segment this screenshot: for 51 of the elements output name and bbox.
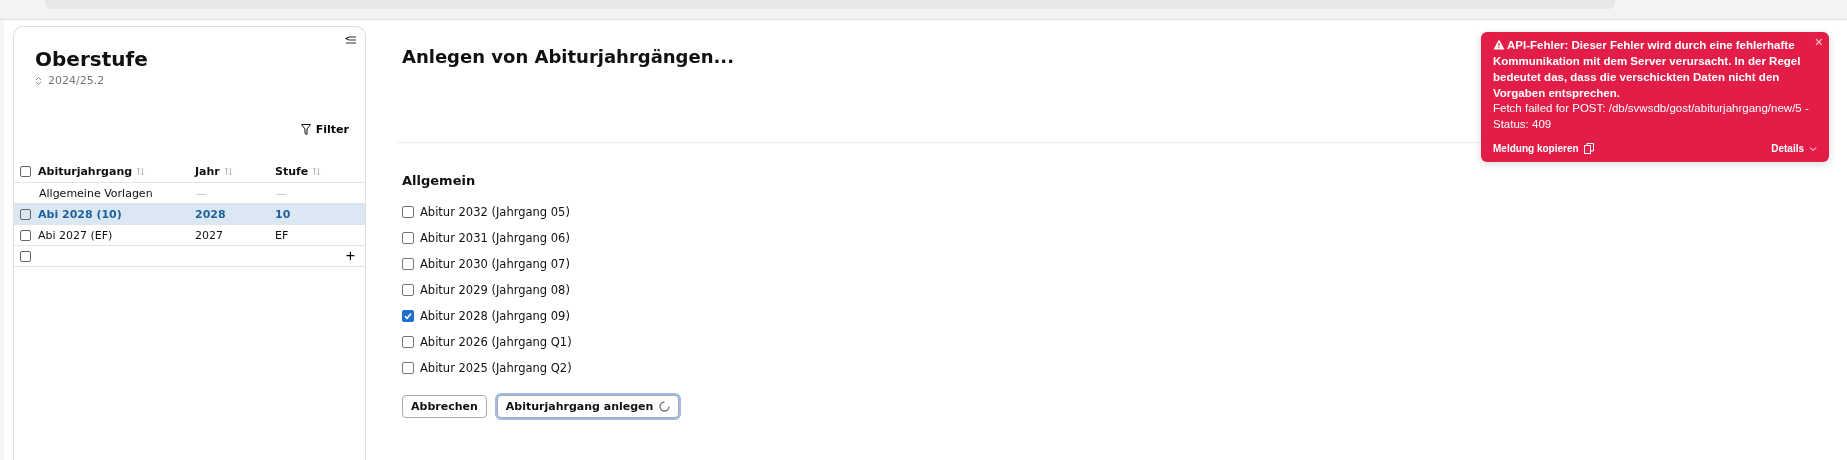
table-cell-text: 2027 — [195, 228, 224, 242]
checkbox-label[interactable]: Abitur 2030 (Jahrgang 07) — [420, 257, 570, 271]
select-all-checkbox[interactable] — [20, 165, 31, 177]
add-button[interactable]: + — [343, 248, 357, 264]
checkbox[interactable] — [402, 258, 414, 270]
checkbox-label[interactable]: Abitur 2029 (Jahrgang 08) — [420, 283, 570, 297]
details-button[interactable]: Details — [1771, 143, 1817, 155]
checkbox-label[interactable]: Abitur 2031 (Jahrgang 06) — [420, 231, 570, 245]
error-message: API-Fehler: Dieser Fehler wird durch eine fehlerhafte Kommunikation mit dem Server verursacht. In der Regel bedeutet das, dass die verschickten Daten nicht den Vorgaben entsprechen. — [1493, 38, 1802, 101]
table-cell-text: EF — [275, 228, 290, 242]
table-row[interactable]: Abi 2028 (10) 2028 10 — [14, 204, 365, 225]
panel-title: Oberstufe — [35, 47, 149, 71]
table-cell-text: Allgemeine Vorlagen — [39, 186, 154, 200]
error-detail: Fetch failed for POST: /db/svwsdb/gost/abiturjahrgang/new/5 - Status: 409 — [1493, 101, 1810, 133]
table-cell-text: 2028 — [195, 207, 227, 221]
checkbox[interactable] — [402, 336, 414, 348]
checkbox[interactable] — [402, 206, 414, 218]
table-cell-text: Abi 2027 (EF) — [38, 228, 114, 242]
chevron-down-icon — [1809, 145, 1817, 152]
table-cell-text: — — [276, 186, 288, 200]
checkbox-label[interactable]: Abitur 2032 (Jahrgang 05) — [420, 205, 570, 219]
chevron-updown-icon — [35, 75, 42, 86]
filter-icon — [300, 124, 311, 135]
checkbox[interactable] — [402, 310, 414, 322]
filter-button[interactable]: Filter — [298, 121, 351, 138]
loading-spinner-icon — [659, 401, 671, 412]
checkbox-label[interactable]: Abitur 2026 (Jahrgang Q1) — [420, 335, 572, 349]
checkbox-label[interactable]: Abitur 2025 (Jahrgang Q2) — [420, 361, 572, 375]
checkbox[interactable] — [402, 362, 414, 374]
column-header[interactable]: Jahr — [195, 164, 220, 178]
cancel-button[interactable]: Abbrechen — [402, 395, 487, 418]
row-checkbox[interactable] — [20, 208, 31, 220]
page-title: Anlegen von Abiturjahrgängen... — [402, 46, 735, 67]
section-heading: Allgemein — [402, 173, 476, 188]
checkbox[interactable] — [402, 284, 414, 296]
copy-icon — [1583, 143, 1594, 155]
table-cell-text: Abi 2028 (10) — [38, 207, 123, 221]
column-header[interactable]: Stufe — [275, 164, 309, 178]
warning-icon — [1493, 39, 1505, 50]
checkbox[interactable] — [402, 232, 414, 244]
copy-message-button[interactable]: Meldung kopieren — [1493, 143, 1594, 155]
table-cell-text: 10 — [275, 207, 292, 221]
school-year-selector[interactable]: 2024/25.2 — [35, 74, 105, 87]
checkbox-label[interactable]: Abitur 2028 (Jahrgang 09) — [420, 309, 570, 323]
row-checkbox[interactable] — [20, 229, 31, 241]
create-button[interactable]: Abiturjahrgang anlegen — [496, 395, 680, 418]
table-cell-text: — — [196, 186, 208, 200]
collapse-icon[interactable] — [345, 36, 357, 46]
table-row[interactable]: Abi 2027 (EF) 2027 EF — [14, 225, 365, 246]
column-header[interactable]: Abiturjahrgang — [38, 164, 133, 178]
row-checkbox[interactable] — [20, 250, 31, 262]
